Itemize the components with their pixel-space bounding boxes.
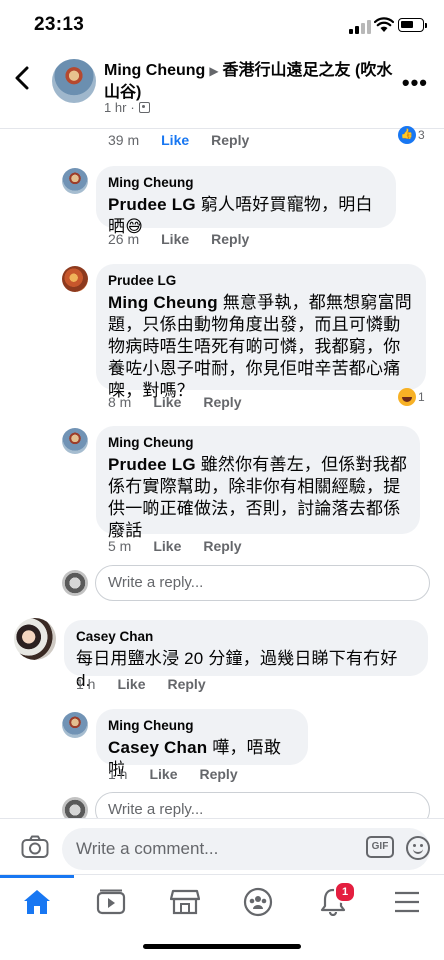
post-header: Ming Cheung ▶ 香港行山遠足之友 (吹水山谷) 1 hr · ••• — [0, 52, 444, 126]
post-meta: 1 hr · — [104, 100, 150, 115]
comment-bubble[interactable]: Ming Cheung Casey Chan 嘩，唔敢啦 — [96, 709, 308, 779]
groups-icon — [243, 887, 273, 917]
post-title[interactable]: Ming Cheung ▶ 香港行山遠足之友 (吹水山谷) — [104, 60, 394, 103]
haha-reaction-icon — [398, 388, 416, 406]
avatar[interactable] — [62, 168, 88, 194]
comment-time: 8 m — [108, 394, 132, 410]
comment-time: 39 m — [108, 132, 140, 148]
chevron-left-icon — [15, 66, 29, 90]
reply-button[interactable]: Reply — [203, 538, 241, 554]
post-age: 1 hr — [104, 100, 127, 115]
author-avatar[interactable] — [52, 59, 96, 103]
video-icon — [96, 889, 126, 915]
like-button[interactable]: Like — [161, 231, 189, 247]
tab-bar: 1 — [0, 874, 444, 930]
comment-time: 1 h — [76, 676, 96, 692]
comment-actions: 5 m Like Reply — [108, 538, 241, 554]
reply-button[interactable]: Reply — [203, 394, 241, 410]
comment-time: 26 m — [108, 231, 140, 247]
tab-watch[interactable] — [94, 885, 128, 919]
comment-author[interactable]: Prudee LG — [108, 272, 414, 290]
camera-icon[interactable] — [21, 835, 49, 859]
avatar — [62, 570, 88, 596]
tab-groups[interactable] — [241, 885, 275, 919]
avatar[interactable] — [62, 266, 88, 292]
shop-icon — [170, 889, 200, 915]
mention-tag[interactable]: Prudee LG — [108, 195, 196, 214]
comment-author[interactable]: Ming Cheung — [108, 717, 296, 735]
avatar[interactable] — [62, 712, 88, 738]
avatar[interactable] — [14, 618, 56, 660]
comment-text: Ming Cheung 無意爭執，都無想窮富問題，只係由動物角度出發，而且可憐動… — [108, 292, 414, 402]
tab-home[interactable] — [20, 885, 54, 919]
tab-menu[interactable] — [390, 885, 424, 919]
signal-icon — [349, 20, 371, 34]
notification-badge: 1 — [334, 881, 356, 903]
tab-notifications[interactable]: 1 — [316, 881, 356, 919]
reaction-count: 3 — [418, 128, 425, 142]
reaction-summary[interactable]: 1 — [398, 388, 425, 406]
active-tab-indicator — [0, 875, 74, 878]
like-button[interactable]: Like — [161, 132, 189, 148]
status-time: 23:13 — [34, 14, 85, 35]
home-indicator — [143, 944, 301, 949]
dot-separator: · — [130, 100, 135, 115]
home-icon — [24, 890, 50, 914]
reply-button[interactable]: Reply — [167, 676, 205, 692]
author-name[interactable]: Ming Cheung — [104, 62, 205, 79]
wifi-icon — [374, 17, 394, 32]
triangle-right-icon: ▶ — [209, 64, 219, 78]
like-reaction-icon: 👍 — [398, 126, 416, 144]
like-button[interactable]: Like — [149, 766, 177, 782]
emoji-icon[interactable] — [406, 836, 430, 860]
like-button[interactable]: Like — [153, 394, 181, 410]
gif-icon[interactable]: GIF — [366, 836, 394, 858]
battery-icon — [398, 18, 427, 32]
comment-author[interactable]: Ming Cheung — [108, 174, 384, 192]
reply-input[interactable]: Write a reply... — [95, 565, 430, 601]
comment-bubble[interactable]: Casey Chan 每日用鹽水浸 20 分鐘，過幾日睇下有冇好 d. — [64, 620, 428, 690]
comment-bubble[interactable]: Prudee LG Ming Cheung 無意爭執，都無想窮富問題，只係由動物… — [96, 264, 426, 400]
back-button[interactable] — [14, 66, 38, 96]
comment-bubble[interactable]: Ming Cheung Prudee LG 窮人唔好買寵物，明白晒😅 — [96, 166, 396, 236]
status-bar: 23:13 — [0, 0, 444, 50]
comment-actions: 26 m Like Reply — [108, 231, 249, 247]
comment-composer: Write a comment... GIF — [0, 826, 444, 874]
like-button[interactable]: Like — [117, 676, 145, 692]
mention-tag[interactable]: Prudee LG — [108, 455, 196, 474]
comment-actions: 1 h Like Reply — [108, 766, 238, 782]
reply-button[interactable]: Reply — [199, 766, 237, 782]
more-options-button[interactable]: ••• — [402, 70, 428, 96]
comment-author[interactable]: Ming Cheung — [108, 434, 408, 452]
avatar[interactable] — [62, 428, 88, 454]
mention-tag[interactable]: Casey Chan — [108, 738, 207, 757]
group-privacy-icon — [138, 102, 150, 113]
mention-tag[interactable]: Ming Cheung — [108, 293, 218, 312]
menu-icon — [395, 891, 419, 913]
tab-marketplace[interactable] — [168, 885, 202, 919]
reaction-count: 1 — [418, 390, 425, 404]
header-divider — [0, 128, 444, 129]
reply-button[interactable]: Reply — [211, 132, 249, 148]
comment-actions: 39 m Like Reply — [108, 132, 249, 148]
like-button[interactable]: Like — [153, 538, 181, 554]
comment-author[interactable]: Casey Chan — [76, 628, 416, 646]
comment-time: 5 m — [108, 538, 132, 554]
comment-actions: 1 h Like Reply — [76, 676, 206, 692]
comment-actions: 8 m Like Reply — [108, 394, 241, 410]
comment-text: Prudee LG 雖然你有善左，但係對我都係冇實際幫助，除非你有相關經驗，提供… — [108, 454, 408, 542]
reaction-summary[interactable]: 👍 3 — [398, 126, 425, 144]
comment-time: 1 h — [108, 766, 128, 782]
reply-button[interactable]: Reply — [211, 231, 249, 247]
comment-bubble[interactable]: Ming Cheung Prudee LG 雖然你有善左，但係對我都係冇實際幫助… — [96, 426, 420, 540]
